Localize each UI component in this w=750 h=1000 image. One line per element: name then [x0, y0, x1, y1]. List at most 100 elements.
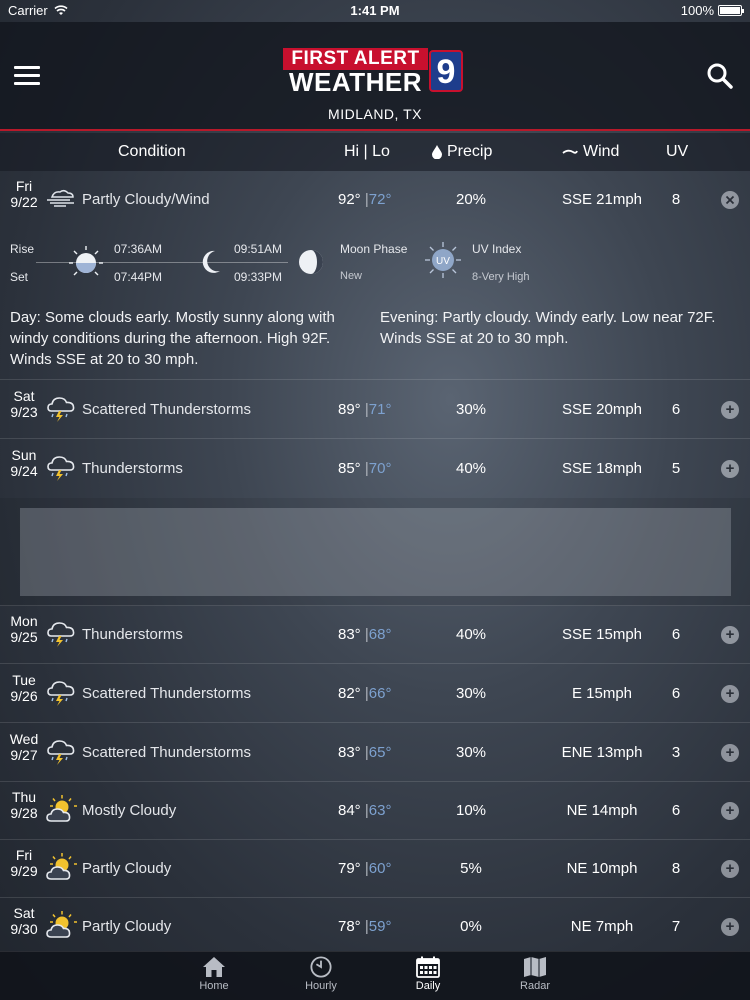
partly-sunny-icon: [44, 910, 78, 940]
expand-button[interactable]: +: [721, 626, 739, 644]
location-label: MIDLAND, TX: [328, 106, 422, 122]
logo-channel-nine: 9: [429, 50, 463, 92]
row-day: Thu: [11, 789, 37, 805]
expand-button[interactable]: +: [721, 860, 739, 878]
forecast-row[interactable]: Sat 9/30 Partly Cloudy 78° |59° 0% NE 7mp…: [0, 898, 750, 956]
thunder-icon: [44, 618, 78, 648]
row-condition: Thunderstorms: [82, 626, 183, 643]
wind-icon: [562, 149, 578, 154]
row-precip: 40%: [455, 626, 487, 643]
row-hi: 83°: [338, 626, 361, 643]
expand-button[interactable]: +: [721, 401, 739, 419]
forecast-row[interactable]: Sun 9/24 Thunderstorms 85° |70° 40% SSE 1…: [0, 440, 750, 498]
tab-hourly[interactable]: Hourly: [281, 956, 361, 992]
set-label: Set: [10, 270, 29, 284]
forecast-row[interactable]: Thu 9/28 Mostly Cloudy 84° |63° 10% NE 14…: [0, 782, 750, 840]
row-day: Sat: [13, 905, 35, 921]
forecast-row[interactable]: Mon 9/25 Thunderstorms 83° |68° 40% SSE 1…: [0, 606, 750, 664]
row-date: 9/28: [10, 805, 38, 821]
row-wind: NE 14mph: [566, 802, 638, 819]
moonset-time: 09:33PM: [234, 270, 283, 284]
row-uv: 8: [671, 860, 681, 877]
forecast-row[interactable]: Tue 9/26 Scattered Thunderstorms 82° |66°…: [0, 665, 750, 723]
battery-percent: 100%: [680, 3, 714, 18]
row-condition: Partly Cloudy: [82, 860, 172, 877]
row-day: Sun: [11, 447, 37, 463]
expand-button[interactable]: +: [721, 802, 739, 820]
tab-home[interactable]: Home: [174, 956, 254, 992]
row-day: Mon: [10, 613, 38, 629]
map-icon: [524, 957, 546, 977]
row-date: 9/27: [10, 747, 38, 763]
row-lo: 72°: [368, 191, 392, 208]
search-button[interactable]: [706, 62, 734, 90]
hamburger-menu-button[interactable]: [14, 66, 40, 86]
sunset-time: 07:44PM: [114, 270, 163, 284]
row-day: Fri: [15, 847, 33, 863]
row-date: 9/25: [10, 629, 38, 645]
row-day: Sat: [13, 388, 35, 404]
row-uv: 6: [671, 685, 681, 702]
sunrise-time: 07:36AM: [114, 242, 163, 256]
forecast-row-expanded[interactable]: Fri 9/22 Partly Cloudy/Wind 92° |72° 20%…: [0, 171, 750, 229]
column-header: Condition Hi | Lo Precip Wind UV: [0, 133, 750, 171]
moon-phase-value: New: [340, 270, 363, 282]
row-lo: 71°: [368, 401, 392, 418]
row-precip: 40%: [455, 460, 487, 477]
forecast-row[interactable]: Wed 9/27 Scattered Thunderstorms 83° |65°…: [0, 724, 750, 782]
row-hi: 84°: [338, 802, 361, 819]
plus-icon: +: [725, 626, 735, 643]
row-wind: E 15mph: [571, 685, 633, 702]
cloud-wind-icon: [44, 183, 78, 213]
row-uv: 7: [671, 918, 681, 935]
row-precip: 30%: [455, 685, 487, 702]
plus-icon: +: [725, 918, 735, 935]
row-date: 9/26: [10, 688, 38, 704]
collapse-button[interactable]: [721, 191, 739, 209]
ad-banner[interactable]: [20, 508, 731, 596]
thunder-icon: [44, 677, 78, 707]
row-hi: 83°: [338, 744, 361, 761]
row-lo: 63°: [368, 802, 392, 819]
row-hi: 79°: [338, 860, 361, 877]
row-wind: SSE 21mph: [561, 191, 643, 208]
partly-sunny-icon: [44, 794, 78, 824]
row-precip: 0%: [460, 918, 482, 935]
uv-index-label: UV Index: [472, 242, 522, 256]
row-condition: Partly Cloudy: [82, 918, 172, 935]
row-condition: Thunderstorms: [82, 460, 183, 477]
row-uv: 5: [671, 460, 681, 477]
row-date: 9/23: [10, 404, 38, 420]
forecast-detail-panel: Rise Set 07:36AM 07:44PM 09:51AM 09:33PM…: [0, 229, 750, 380]
thunder-icon: [44, 452, 78, 482]
row-uv: 6: [671, 401, 681, 418]
row-condition: Partly Cloudy/Wind: [82, 191, 210, 208]
row-uv: 3: [671, 744, 681, 761]
row-day: Tue: [12, 672, 36, 688]
clock-icon: [310, 956, 332, 978]
tab-radar[interactable]: Radar: [495, 956, 575, 992]
expand-button[interactable]: +: [721, 744, 739, 762]
expand-button[interactable]: +: [721, 685, 739, 703]
row-lo: 66°: [368, 685, 392, 702]
row-wind: ENE 13mph: [561, 744, 643, 761]
column-wind: Wind: [583, 143, 620, 160]
forecast-row[interactable]: Fri 9/29 Partly Cloudy 79° |60° 5% NE 10m…: [0, 840, 750, 898]
column-uv: UV: [666, 143, 689, 160]
column-condition: Condition: [118, 143, 186, 160]
app-header: FIRST ALERT WEATHER 9 MIDLAND, TX: [0, 22, 750, 131]
forecast-row[interactable]: Sat 9/23 Scattered Thunderstorms 89° |71°…: [0, 381, 750, 439]
close-icon: [725, 195, 735, 205]
expand-button[interactable]: +: [721, 918, 739, 936]
row-date: 9/22: [10, 194, 38, 210]
plus-icon: +: [725, 460, 735, 477]
row-lo: 68°: [368, 626, 392, 643]
expand-button[interactable]: +: [721, 460, 739, 478]
plus-icon: +: [725, 401, 735, 418]
plus-icon: +: [725, 685, 735, 702]
moon-icon: [202, 250, 220, 273]
row-lo: 70°: [368, 460, 392, 477]
row-date: 9/24: [10, 463, 38, 479]
tab-daily[interactable]: Daily: [388, 956, 468, 992]
moonrise-time: 09:51AM: [234, 242, 283, 256]
